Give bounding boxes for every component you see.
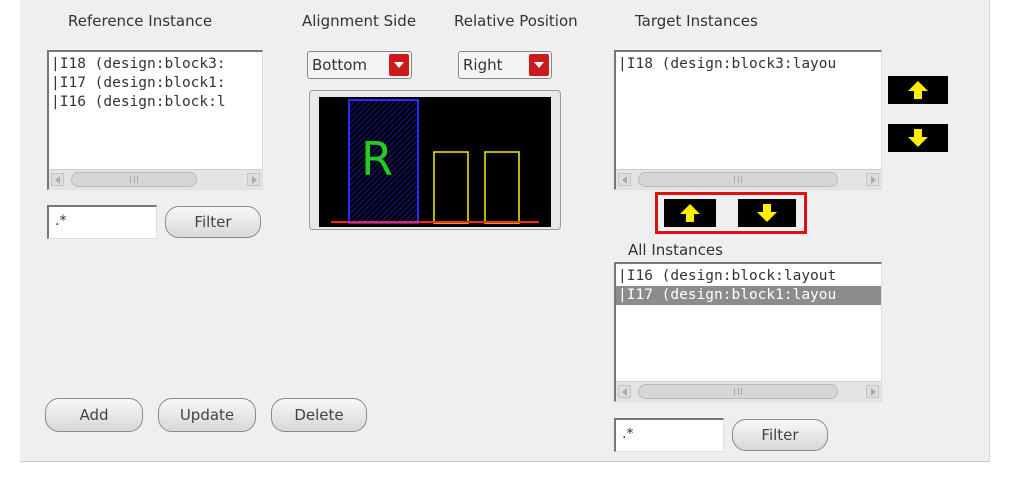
horizontal-scrollbar[interactable]	[49, 169, 262, 189]
scroll-right-icon[interactable]	[866, 385, 879, 398]
scrollbar-thumb[interactable]	[638, 384, 838, 399]
arrow-up-icon	[908, 81, 928, 99]
scroll-left-icon[interactable]	[618, 173, 631, 186]
scrollbar-thumb[interactable]	[638, 172, 838, 187]
horizontal-scrollbar[interactable]	[616, 381, 881, 401]
target-instances-header: Target Instances	[635, 12, 758, 30]
scroll-left-icon[interactable]	[618, 385, 631, 398]
list-item[interactable]: |I18 (design:block3:	[51, 55, 226, 74]
alignment-side-value: Bottom	[312, 56, 368, 74]
reference-instance-list[interactable]: |I18 (design:block3: |I17 (design:block1…	[47, 50, 263, 190]
scroll-left-icon[interactable]	[51, 173, 64, 186]
all-instances-list[interactable]: |I16 (design:block:layout |I17 (design:b…	[614, 262, 882, 402]
add-button[interactable]: Add	[45, 398, 143, 432]
chevron-down-icon[interactable]	[389, 54, 409, 76]
relative-position-value: Right	[463, 56, 503, 74]
arrow-down-icon	[908, 129, 928, 147]
relative-position-select[interactable]: Right	[458, 51, 552, 79]
list-item-selected[interactable]: |I17 (design:block1:layou	[616, 286, 881, 305]
add-to-target-button[interactable]	[664, 199, 716, 227]
alignment-side-select[interactable]: Bottom	[307, 51, 412, 79]
alignment-side-header: Alignment Side	[302, 12, 417, 30]
alignment-preview-frame: R	[309, 90, 561, 230]
reference-letter: R	[361, 132, 393, 186]
arrow-up-icon	[680, 204, 700, 222]
reference-filter-button[interactable]: Filter	[165, 206, 261, 238]
scroll-right-icon[interactable]	[247, 173, 260, 186]
delete-button[interactable]: Delete	[271, 398, 367, 432]
reference-instance-header: Reference Instance	[68, 12, 213, 30]
list-item[interactable]: |I18 (design:block3:layou	[618, 55, 836, 74]
horizontal-scrollbar[interactable]	[616, 169, 881, 189]
move-down-button[interactable]	[888, 124, 948, 152]
reference-filter-input[interactable]: .*	[47, 205, 157, 239]
all-instances-header: All Instances	[628, 241, 723, 259]
scroll-right-icon[interactable]	[866, 173, 879, 186]
list-item[interactable]: |I17 (design:block1:	[51, 74, 226, 93]
alignment-preview: R	[319, 97, 551, 227]
chevron-down-icon[interactable]	[529, 54, 549, 76]
relative-position-header: Relative Position	[454, 12, 578, 30]
arrow-down-icon	[757, 204, 777, 222]
all-filter-input[interactable]: .*	[614, 418, 724, 452]
list-item[interactable]: |I16 (design:block:l	[51, 93, 226, 112]
target-instances-list[interactable]: |I18 (design:block3:layou	[614, 50, 882, 190]
all-filter-button[interactable]: Filter	[732, 419, 828, 451]
list-item[interactable]: |I16 (design:block:layout	[618, 267, 836, 286]
scrollbar-thumb[interactable]	[71, 172, 197, 187]
remove-from-target-button[interactable]	[738, 199, 796, 227]
move-up-button[interactable]	[888, 76, 948, 104]
update-button[interactable]: Update	[158, 398, 256, 432]
